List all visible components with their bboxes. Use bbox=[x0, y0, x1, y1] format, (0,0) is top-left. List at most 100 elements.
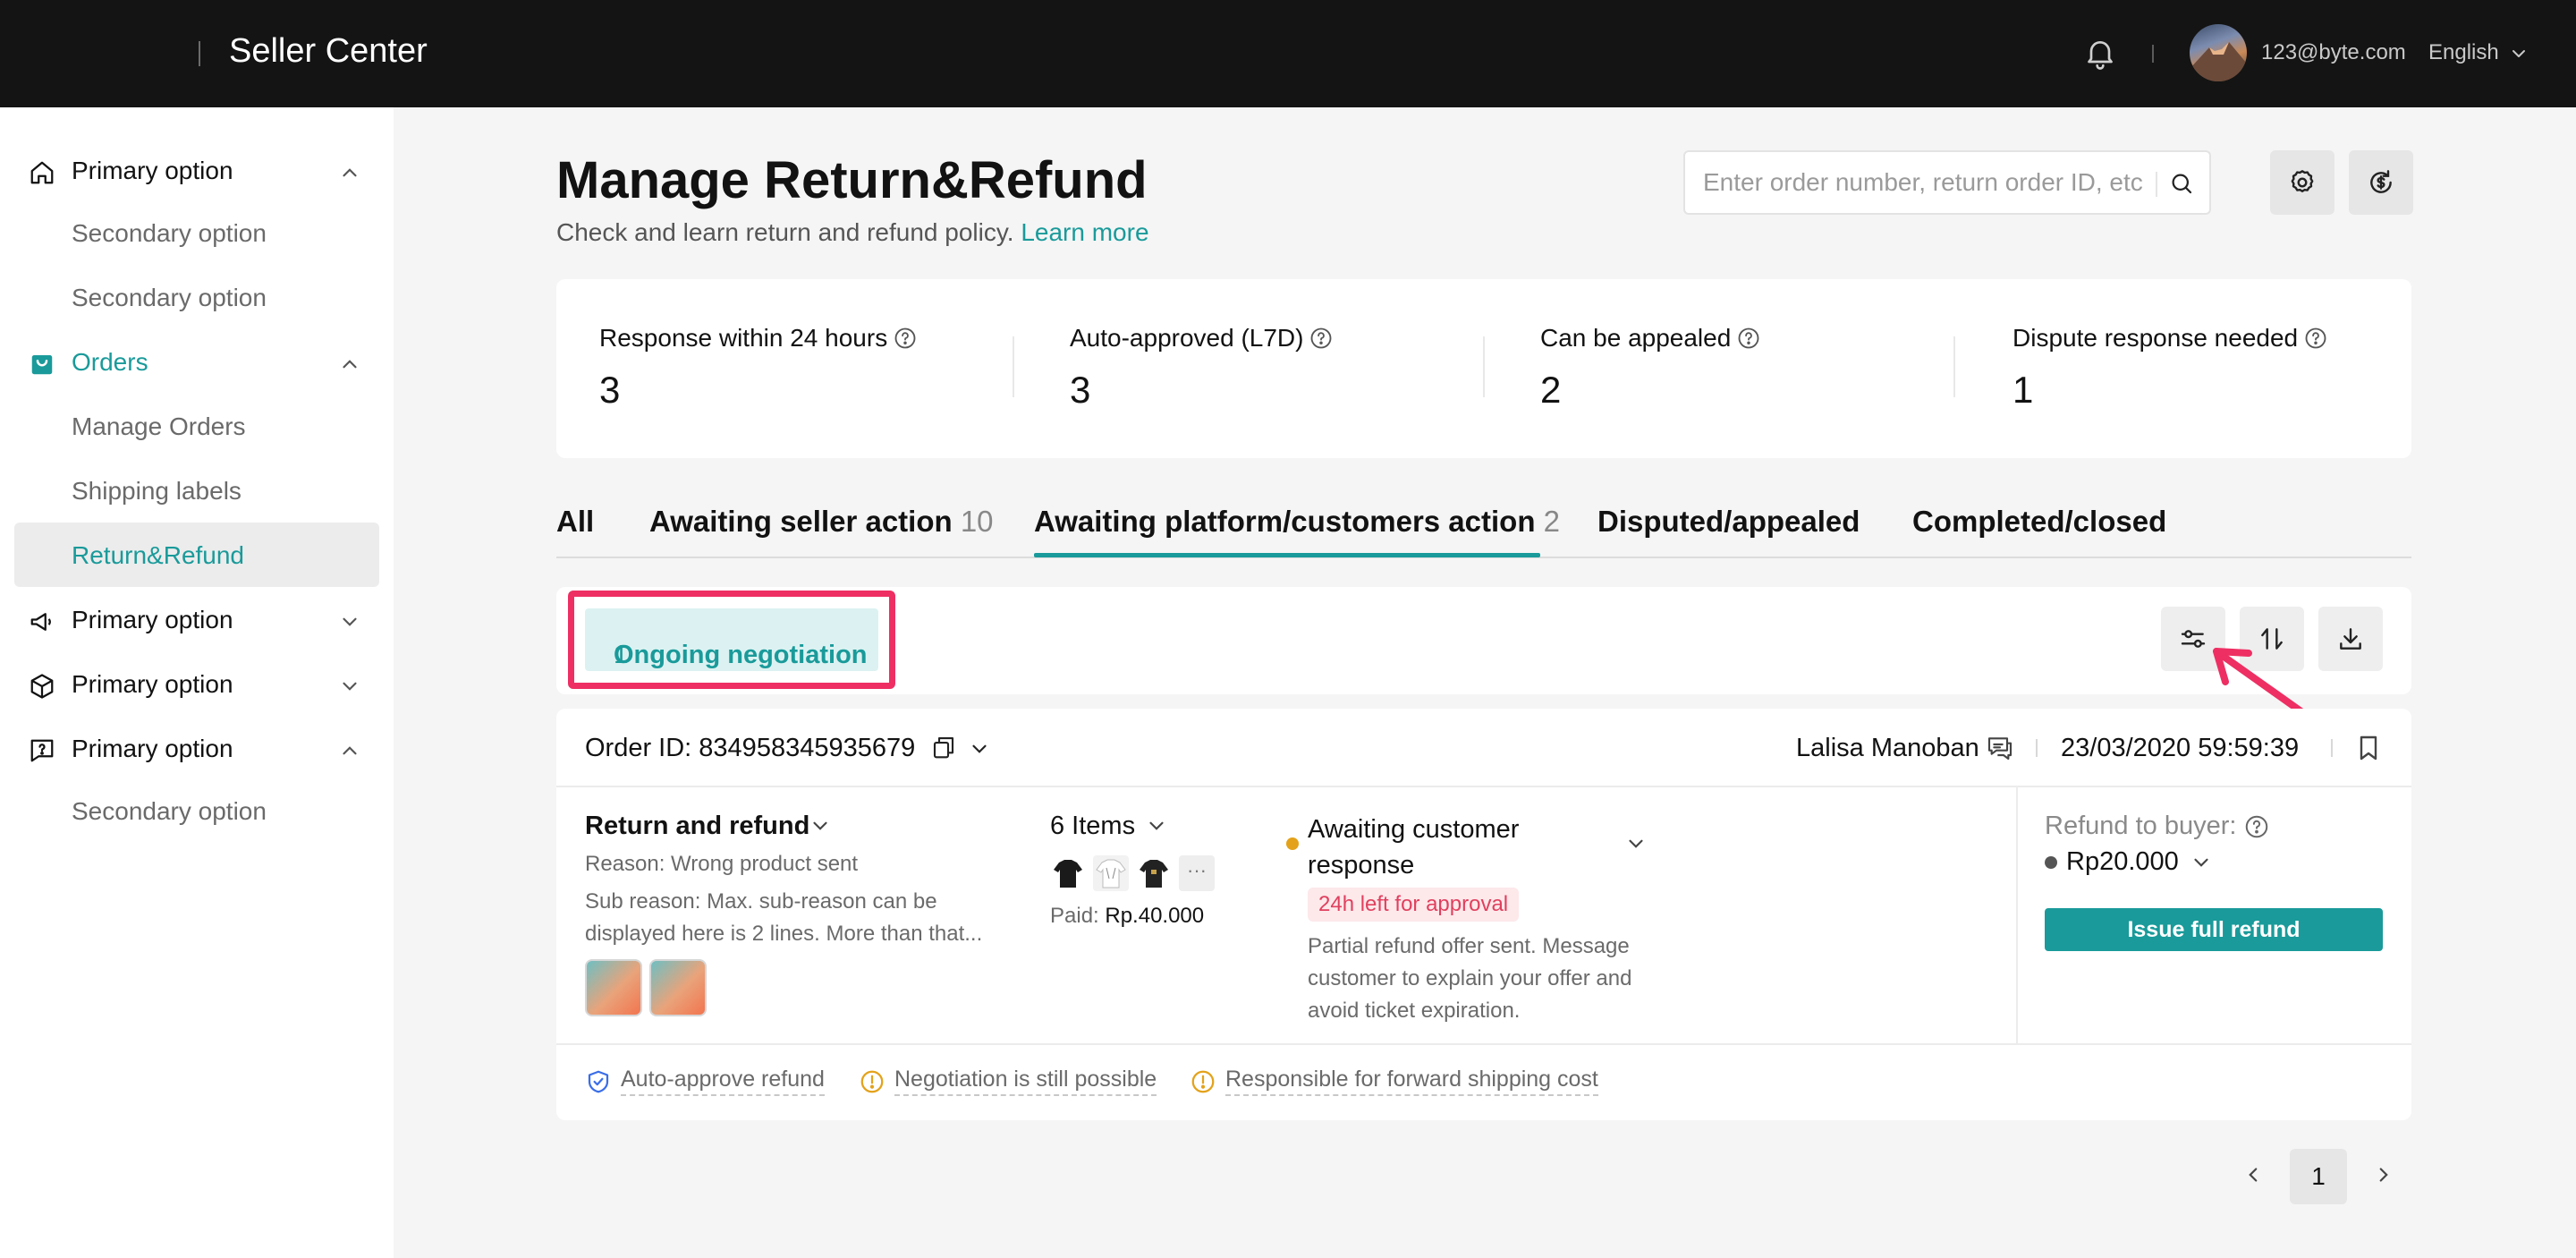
paid-label: Paid: bbox=[1050, 904, 1099, 928]
chevron-down-icon[interactable] bbox=[2508, 43, 2529, 64]
subtitle-text: Check and learn return and refund policy… bbox=[556, 218, 1014, 246]
sidebar-item-primary-3[interactable]: Primary option bbox=[0, 653, 394, 718]
items-count[interactable]: 6 Items bbox=[1050, 812, 1135, 841]
sidebar-subitem-secondary-3[interactable]: Secondary option bbox=[0, 780, 394, 845]
stat-divider bbox=[1483, 336, 1485, 397]
megaphone-icon bbox=[29, 608, 55, 635]
chat-icon[interactable] bbox=[1986, 734, 2014, 762]
paid-amount: Paid: Rp.40.000 bbox=[1050, 904, 1204, 929]
question-icon[interactable] bbox=[1736, 326, 1761, 351]
tag-auto-approve[interactable]: Auto-approve refund bbox=[585, 1067, 825, 1096]
card-divider bbox=[556, 1043, 2411, 1045]
evidence-image[interactable] bbox=[585, 959, 642, 1016]
sidebar-item-label: Primary option bbox=[72, 735, 233, 762]
order-datetime: 23/03/2020 59:59:39 bbox=[2061, 734, 2300, 762]
product-thumbnail[interactable] bbox=[1050, 855, 1086, 891]
amount-dot bbox=[2045, 855, 2057, 869]
sidebar-subitem-shipping-labels[interactable]: Shipping labels bbox=[0, 460, 394, 524]
refund-amount[interactable]: Rp20.000 bbox=[2045, 847, 2213, 877]
chevron-down-icon[interactable] bbox=[968, 737, 991, 761]
chevron-down-icon[interactable] bbox=[809, 814, 832, 837]
bookmark-icon[interactable] bbox=[2354, 734, 2383, 762]
dollar-refresh-icon bbox=[2370, 170, 2392, 193]
user-email[interactable]: 123@byte.com bbox=[2261, 40, 2406, 65]
page-title: Manage Return&Refund bbox=[556, 151, 1148, 209]
tab-completed[interactable]: Completed/closed bbox=[1912, 505, 2166, 539]
sidebar-item-primary-4[interactable]: Primary option bbox=[0, 718, 394, 782]
question-icon[interactable] bbox=[2243, 813, 2270, 840]
return-type[interactable]: Return and refund bbox=[585, 812, 809, 841]
order-status: Awaiting customer response bbox=[1308, 815, 1520, 880]
tag-shipping-cost[interactable]: Responsible for forward shipping cost bbox=[1190, 1067, 1598, 1096]
chevron-down-icon[interactable] bbox=[2190, 851, 2213, 874]
refund-policy-button[interactable] bbox=[2349, 150, 2413, 215]
highlight-annotation bbox=[568, 591, 895, 689]
sidebar-item-orders[interactable]: Orders bbox=[0, 331, 394, 395]
gear-icon bbox=[2291, 170, 2314, 192]
chevron-up-icon[interactable] bbox=[338, 739, 361, 762]
sidebar-item-label: Secondary option bbox=[72, 219, 267, 247]
search-icon[interactable] bbox=[2168, 170, 2195, 197]
sidebar: Primary option Secondary option Secondar… bbox=[0, 107, 394, 1258]
tag-negotiation[interactable]: Negotiation is still possible bbox=[859, 1067, 1157, 1096]
time-left-badge: 24h left for approval bbox=[1308, 888, 1520, 922]
pagination-prev[interactable] bbox=[2241, 1163, 2265, 1186]
stat-can-be-appealed[interactable]: Can be appealed 2 bbox=[1540, 324, 1761, 412]
issue-full-refund-button[interactable]: Issue full refund bbox=[2045, 908, 2383, 951]
chevron-down-icon[interactable] bbox=[338, 610, 361, 633]
stat-auto-approved[interactable]: Auto-approved (L7D) 3 bbox=[1070, 324, 1334, 412]
tab-disputed[interactable]: Disputed/appealed bbox=[1597, 505, 1860, 539]
buyer-name[interactable]: Lalisa Manoban bbox=[1796, 734, 1979, 763]
question-icon[interactable] bbox=[1309, 326, 1334, 351]
status-dot bbox=[1286, 837, 1299, 850]
stat-value: 1 bbox=[2012, 369, 2034, 411]
chevron-up-icon[interactable] bbox=[338, 161, 361, 184]
sidebar-subitem-return-refund[interactable]: Return&Refund bbox=[14, 523, 379, 587]
question-icon[interactable] bbox=[893, 326, 918, 351]
chevron-down-icon[interactable] bbox=[1145, 814, 1168, 837]
refund-label: Refund to buyer: bbox=[2045, 812, 2270, 841]
product-thumbnail[interactable] bbox=[1136, 855, 1172, 891]
sidebar-item-primary-2[interactable]: Primary option bbox=[0, 589, 394, 653]
pagination-next[interactable] bbox=[2372, 1163, 2395, 1186]
sidebar-subitem-manage-orders[interactable]: Manage Orders bbox=[0, 395, 394, 460]
stat-dispute-response[interactable]: Dispute response needed 1 bbox=[2012, 324, 2328, 412]
sidebar-subitem-secondary-1[interactable]: Secondary option bbox=[0, 202, 394, 267]
stat-label: Response within 24 hours bbox=[599, 324, 888, 352]
tab-all[interactable]: All bbox=[556, 505, 594, 539]
column-divider bbox=[2016, 787, 2018, 1043]
chevron-down-icon[interactable] bbox=[1624, 832, 1648, 855]
help-chat-icon bbox=[29, 737, 55, 764]
search-divider bbox=[2156, 172, 2157, 197]
stat-label: Can be appealed bbox=[1540, 324, 1732, 352]
language-selector[interactable]: English bbox=[2428, 40, 2499, 65]
app-title: Seller Center bbox=[229, 32, 428, 70]
avatar[interactable] bbox=[2190, 24, 2247, 81]
topbar-divider bbox=[2152, 45, 2154, 63]
sidebar-subitem-secondary-2[interactable]: Secondary option bbox=[0, 267, 394, 331]
sidebar-item-label: Primary option bbox=[72, 606, 233, 633]
sidebar-item-label: Primary option bbox=[72, 157, 233, 184]
bell-icon[interactable] bbox=[2082, 35, 2118, 71]
question-icon[interactable] bbox=[2303, 326, 2328, 351]
learn-more-link[interactable]: Learn more bbox=[1021, 218, 1148, 246]
tab-awaiting-seller[interactable]: Awaiting seller action 10 bbox=[649, 505, 994, 539]
settings-button[interactable] bbox=[2270, 150, 2334, 215]
chevron-up-icon[interactable] bbox=[338, 353, 361, 376]
return-reason: Reason: Wrong product sent bbox=[585, 852, 859, 876]
chevron-down-icon[interactable] bbox=[338, 675, 361, 698]
more-items-icon[interactable]: ··· bbox=[1179, 855, 1215, 891]
search-box bbox=[1683, 150, 2211, 215]
stat-response-24h[interactable]: Response within 24 hours 3 bbox=[599, 324, 918, 412]
sidebar-item-label: Secondary option bbox=[72, 797, 267, 825]
pagination-page[interactable]: 1 bbox=[2290, 1149, 2347, 1204]
sidebar-item-label: Secondary option bbox=[72, 284, 267, 311]
evidence-image[interactable] bbox=[649, 959, 707, 1016]
product-thumbnail[interactable] bbox=[1093, 855, 1129, 891]
page-subtitle: Check and learn return and refund policy… bbox=[556, 218, 1149, 247]
search-input[interactable] bbox=[1703, 165, 2150, 200]
sidebar-item-primary-1[interactable]: Primary option bbox=[0, 140, 394, 204]
copy-icon[interactable] bbox=[930, 734, 957, 761]
home-icon bbox=[29, 159, 55, 186]
tab-awaiting-platform[interactable]: Awaiting platform/customers action 2 bbox=[1034, 505, 1560, 539]
